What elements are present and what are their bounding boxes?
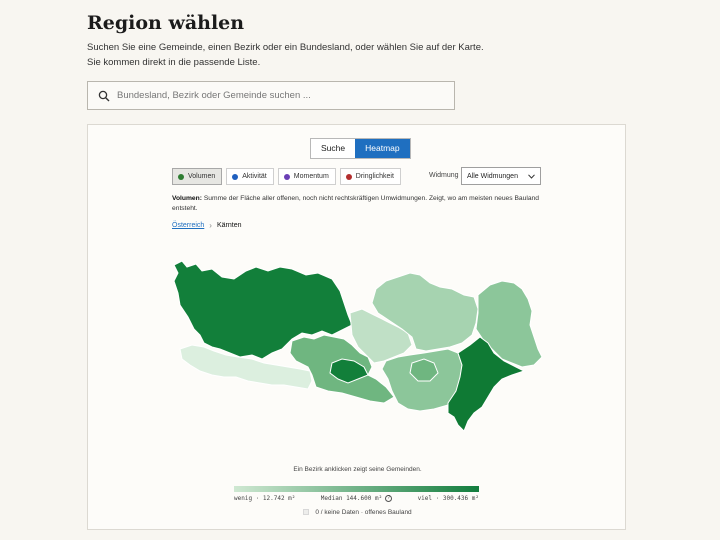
map-panel: Suche Heatmap Volumen Aktivität Momentum… <box>87 124 626 530</box>
tab-heatmap[interactable]: Heatmap <box>355 139 410 158</box>
chevron-right-icon: › <box>209 221 212 230</box>
intro-line-1: Suchen Sie eine Gemeinde, einen Bezirk o… <box>87 42 484 53</box>
metric-chip-volumen[interactable]: Volumen <box>172 168 223 185</box>
blue-dot-icon <box>232 173 239 180</box>
breadcrumb: Österreich › Kärnten <box>172 221 242 230</box>
district-map <box>173 260 543 432</box>
metric-chip-dringlichkeit[interactable]: Dringlichkeit <box>339 168 401 185</box>
chip-label: Dringlichkeit <box>355 173 394 180</box>
tab-search[interactable]: Suche <box>311 139 356 158</box>
search-icon <box>98 90 110 101</box>
map-hint: Ein Bezirk anklicken zeigt seine Gemeind… <box>293 466 422 473</box>
mode-toggle: Suche Heatmap <box>310 138 411 159</box>
legend-median: Median 144.600 m² <box>320 495 383 502</box>
nodata-swatch <box>303 509 310 516</box>
search-input[interactable] <box>117 90 437 101</box>
chip-label: Momentum <box>293 173 329 180</box>
purple-dot-icon <box>283 173 290 180</box>
metric-description: Volumen: Summe der Fläche aller offenen,… <box>172 194 542 214</box>
breadcrumb-current: Kärnten <box>216 222 242 229</box>
description-text: Summe der Fläche aller offenen, noch nic… <box>172 195 539 212</box>
info-icon[interactable]: ? <box>385 495 393 502</box>
legend-min: wenig · 12.742 m² <box>234 495 296 502</box>
legend-nodata: 0 / keine Daten · offenes Bauland <box>88 509 627 516</box>
intro-text: Suchen Sie eine Gemeinde, einen Bezirk o… <box>87 40 487 70</box>
legend-median-group: Median 144.600 m²? <box>320 495 393 502</box>
legend-gradient <box>234 486 479 492</box>
green-dot-icon <box>178 173 184 180</box>
chevron-down-icon <box>528 173 535 179</box>
widmung-selected-value: Alle Widmungen <box>467 172 518 180</box>
widmung-select[interactable]: Alle Widmungen <box>461 167 541 185</box>
metric-chip-momentum[interactable]: Momentum <box>277 168 336 185</box>
legend-max: viel · 300.436 m² <box>417 495 479 502</box>
chip-label: Aktivität <box>242 173 267 180</box>
intro-line-2: Sie kommen direkt in die passende Liste. <box>87 57 261 68</box>
red-dot-icon <box>345 173 352 180</box>
description-term: Volumen: <box>172 195 202 202</box>
nodata-label: 0 / keine Daten · offenes Bauland <box>315 509 412 516</box>
chip-label: Volumen <box>188 173 216 180</box>
legend-labels: wenig · 12.742 m² Median 144.600 m²? vie… <box>234 495 479 502</box>
breadcrumb-root-link[interactable]: Österreich <box>172 222 204 229</box>
search-box[interactable] <box>87 81 455 110</box>
metric-chip-aktivitaet[interactable]: Aktivität <box>226 168 274 185</box>
page-title: Region wählen <box>87 12 245 34</box>
metric-chips: Volumen Aktivität Momentum Dringlichkeit <box>172 168 401 185</box>
widmung-label: Widmung <box>429 172 459 179</box>
